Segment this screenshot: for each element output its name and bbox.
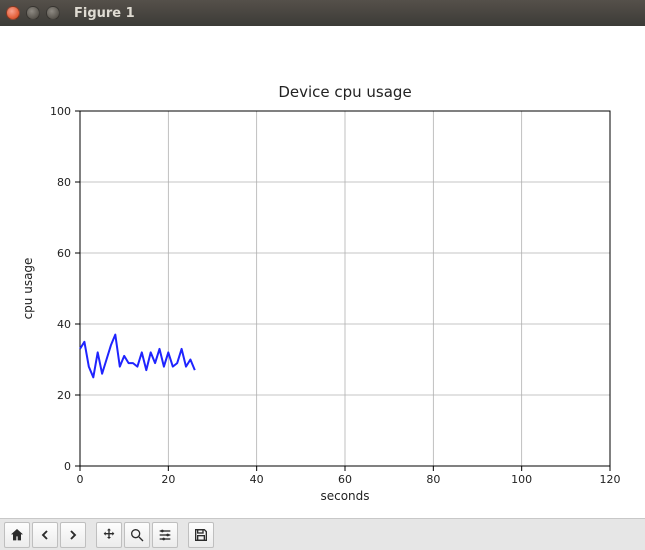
pan-button[interactable] (96, 522, 122, 548)
save-icon (193, 527, 209, 543)
toolbar-separator (88, 522, 94, 548)
home-icon (9, 527, 25, 543)
home-button[interactable] (4, 522, 30, 548)
svg-text:cpu usage: cpu usage (21, 258, 35, 320)
titlebar[interactable]: Figure 1 (0, 0, 645, 26)
svg-text:Device cpu usage: Device cpu usage (278, 83, 411, 101)
window-title: Figure 1 (74, 6, 135, 21)
svg-text:20: 20 (57, 389, 71, 402)
svg-text:120: 120 (600, 473, 621, 486)
close-icon[interactable] (6, 6, 20, 20)
svg-text:80: 80 (426, 473, 440, 486)
forward-button[interactable] (60, 522, 86, 548)
svg-text:80: 80 (57, 176, 71, 189)
svg-text:60: 60 (338, 473, 352, 486)
svg-text:seconds: seconds (320, 489, 369, 503)
svg-text:0: 0 (64, 460, 71, 473)
mpl-toolbar (0, 518, 645, 550)
move-icon (101, 527, 117, 543)
toolbar-separator (180, 522, 186, 548)
zoom-icon (129, 527, 145, 543)
plot-svg: 0 20 40 60 80 100 120 0 20 40 60 80 100 seconds cpu us… (0, 26, 645, 518)
arrow-left-icon (37, 527, 53, 543)
sliders-icon (157, 527, 173, 543)
svg-text:40: 40 (250, 473, 264, 486)
plot-canvas: 0 20 40 60 80 100 120 0 20 40 60 80 100 seconds cpu us… (0, 26, 645, 518)
svg-text:40: 40 (57, 318, 71, 331)
configure-button[interactable] (152, 522, 178, 548)
arrow-right-icon (65, 527, 81, 543)
minimize-icon[interactable] (26, 6, 40, 20)
zoom-button[interactable] (124, 522, 150, 548)
app-window: Figure 1 0 20 40 60 80 100 120 0 20 40 60 80 100 seco… (0, 0, 645, 550)
svg-text:100: 100 (50, 105, 71, 118)
save-button[interactable] (188, 522, 214, 548)
svg-text:100: 100 (511, 473, 532, 486)
back-button[interactable] (32, 522, 58, 548)
maximize-icon[interactable] (46, 6, 60, 20)
svg-text:20: 20 (161, 473, 175, 486)
svg-text:60: 60 (57, 247, 71, 260)
svg-text:0: 0 (77, 473, 84, 486)
